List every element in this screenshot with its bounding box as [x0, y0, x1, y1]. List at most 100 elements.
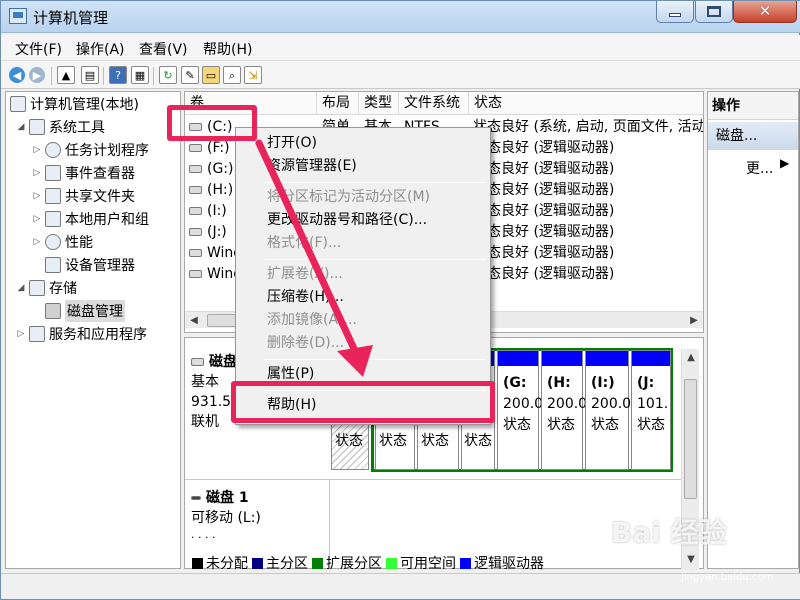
menu-item-explorer[interactable]: 资源管理器(E) [236, 155, 490, 178]
menu-help[interactable]: 帮助(H) [203, 39, 252, 59]
volume-icon [189, 249, 202, 257]
tree-item-label: 事件查看器 [65, 166, 135, 182]
tree-item-event-viewer[interactable]: ▷ 事件查看器 [32, 162, 135, 184]
close-icon: ✕ [758, 2, 772, 20]
logical-drive-i[interactable]: (I:) 200.0 状态 [585, 350, 632, 470]
tree-item-system-tools[interactable]: ◢ 系统工具 [16, 116, 105, 138]
menu-item-open[interactable]: 打开(O) [236, 132, 490, 155]
logical-drive-h[interactable]: (H: 200.0 状态 [541, 350, 587, 470]
partition-size: 200.0 [547, 396, 588, 412]
scroll-down-icon[interactable]: ▼ [682, 551, 700, 568]
storage-icon [29, 280, 45, 296]
device-manager-icon [45, 257, 61, 273]
menu-item-mark-active[interactable]: 将分区标记为活动分区(M) [236, 186, 490, 209]
computer-management-icon [9, 8, 27, 24]
partition-info: (H: 200.0 状态 [547, 373, 587, 436]
actions-disk-management[interactable]: 磁盘... [708, 122, 798, 150]
menu-item-change-drive-letter[interactable]: 更改驱动器号和路径(C)... [236, 209, 490, 232]
menu-item-add-mirror[interactable]: 添加镜像(A)... [236, 309, 490, 332]
open-folder-icon[interactable]: ▭ [202, 66, 220, 84]
legend-swatch-logical [460, 557, 471, 569]
partition-size: 101. [637, 396, 669, 412]
minimize-button[interactable] [656, 1, 694, 23]
up-folder-icon[interactable]: ▲ [57, 66, 75, 84]
collapsed-arrow-icon[interactable]: ▷ [32, 237, 42, 247]
partition-name: (G: [503, 375, 527, 391]
export-icon[interactable]: ⇲ [244, 66, 262, 84]
menu-separator [264, 182, 486, 183]
column-header-type[interactable]: 类型 [359, 92, 399, 115]
disk1-label[interactable]: 磁盘 1 可移动 (L:) . . . . [191, 488, 261, 542]
menu-view[interactable]: 查看(V) [139, 39, 188, 59]
collapsed-arrow-icon[interactable]: ▷ [32, 214, 42, 224]
volume-name: (F:) [207, 140, 230, 156]
show-tree-icon[interactable]: ▤ [81, 66, 99, 84]
tree-item-task-scheduler[interactable]: ▷ 任务计划程序 [32, 139, 149, 161]
column-header-filesystem[interactable]: 文件系统 [399, 92, 469, 115]
disk1-name-row: 磁盘 1 [191, 488, 261, 508]
disk1-type: 可移动 (L:) [191, 510, 261, 526]
scroll-up-icon[interactable]: ▲ [682, 349, 700, 366]
tree-item-services[interactable]: ▷ 服务和应用程序 [16, 323, 147, 345]
tree-item-label: 任务计划程序 [65, 143, 149, 159]
expanded-arrow-icon[interactable]: ◢ [16, 283, 26, 293]
actions-pane: 操作 磁盘... 更... ▶ [707, 91, 799, 569]
logical-drive-g[interactable]: (G: 200.0 状态 [497, 350, 543, 470]
tree-item-shared-folders[interactable]: ▷ 共享文件夹 [32, 185, 135, 207]
menu-action[interactable]: 操作(A) [76, 39, 125, 59]
forward-arrow-icon[interactable]: ▶ [29, 67, 45, 83]
logical-drive-j[interactable]: (J: 101. 状态 [631, 350, 671, 470]
expanded-arrow-icon[interactable]: ◢ [16, 122, 26, 132]
console-icon[interactable]: ▦ [131, 66, 149, 84]
close-button[interactable]: ✕ [733, 1, 797, 23]
search-icon[interactable]: ⌕ [223, 66, 241, 84]
collapsed-arrow-icon[interactable]: ▷ [32, 191, 42, 201]
partition-info: (G: 200.0 状态 [503, 373, 543, 436]
refresh-icon[interactable]: ↻ [159, 66, 177, 84]
menu-file[interactable]: 文件(F) [15, 39, 62, 59]
help-icon[interactable]: ? [109, 66, 127, 84]
chevron-right-icon[interactable]: ▶ [780, 156, 789, 170]
title-bar[interactable]: 计算机管理 ✕ [1, 1, 800, 33]
tree-item-device-manager[interactable]: 设备管理器 [45, 254, 135, 276]
column-header-status[interactable]: 状态 [469, 92, 703, 115]
cell-status: 状态良好 (逻辑驱动器) [473, 266, 615, 282]
legend-swatch-free [386, 557, 397, 569]
collapsed-arrow-icon[interactable]: ▷ [32, 145, 42, 155]
collapsed-arrow-icon[interactable]: ▷ [32, 168, 42, 178]
legend-label: 可用空间 [400, 556, 456, 572]
maximize-button[interactable] [695, 1, 733, 23]
tree-item-root[interactable]: 计算机管理(本地) [10, 93, 139, 115]
legend: 未分配 主分区 扩展分区 可用空间 逻辑驱动器 [188, 554, 678, 572]
scroll-left-icon[interactable]: ◀ [185, 312, 203, 329]
more-actions-link[interactable]: 更... [746, 158, 773, 178]
cell-status: 状态良好 (逻辑驱动器) [473, 224, 615, 240]
disk1-extra: . . . . [191, 528, 216, 541]
partition-color-bar [542, 351, 582, 366]
tree-item-disk-management[interactable]: 磁盘管理 [45, 300, 125, 322]
tree-item-label: 性能 [65, 235, 93, 251]
scrollbar-thumb[interactable] [684, 379, 697, 499]
volume-icon [189, 228, 202, 236]
tree-item-local-users[interactable]: ▷ 本地用户和组 [32, 208, 149, 230]
menu-item-format[interactable]: 格式化(F)... [236, 232, 490, 255]
clock-icon [45, 142, 61, 158]
legend-label: 主分区 [266, 556, 308, 572]
menu-item-shrink[interactable]: 压缩卷(H)... [236, 286, 490, 309]
tree-item-performance[interactable]: ▷ 性能 [32, 231, 93, 253]
partition-status: 状态 [547, 417, 575, 433]
tree-item-label: 磁盘管理 [65, 300, 125, 322]
menu-item-extend[interactable]: 扩展卷(X)... [236, 263, 490, 286]
partition-size: 200.0 [591, 396, 632, 412]
properties-icon[interactable]: ✎ [181, 66, 199, 84]
collapsed-arrow-icon[interactable]: ▷ [16, 329, 26, 339]
column-header-layout[interactable]: 布局 [317, 92, 359, 115]
scroll-right-icon[interactable]: ▶ [685, 312, 703, 329]
partition-status: 状态 [464, 433, 492, 449]
legend-label: 未分配 [206, 556, 248, 572]
tree-item-storage[interactable]: ◢ 存储 [16, 277, 77, 299]
toolbar-separator [103, 67, 104, 85]
back-arrow-icon[interactable]: ◀ [9, 67, 25, 83]
cell-status: 状态良好 (系统, 启动, 页面文件, 活动 [473, 119, 704, 135]
menu-item-delete[interactable]: 删除卷(D)... [236, 332, 490, 355]
